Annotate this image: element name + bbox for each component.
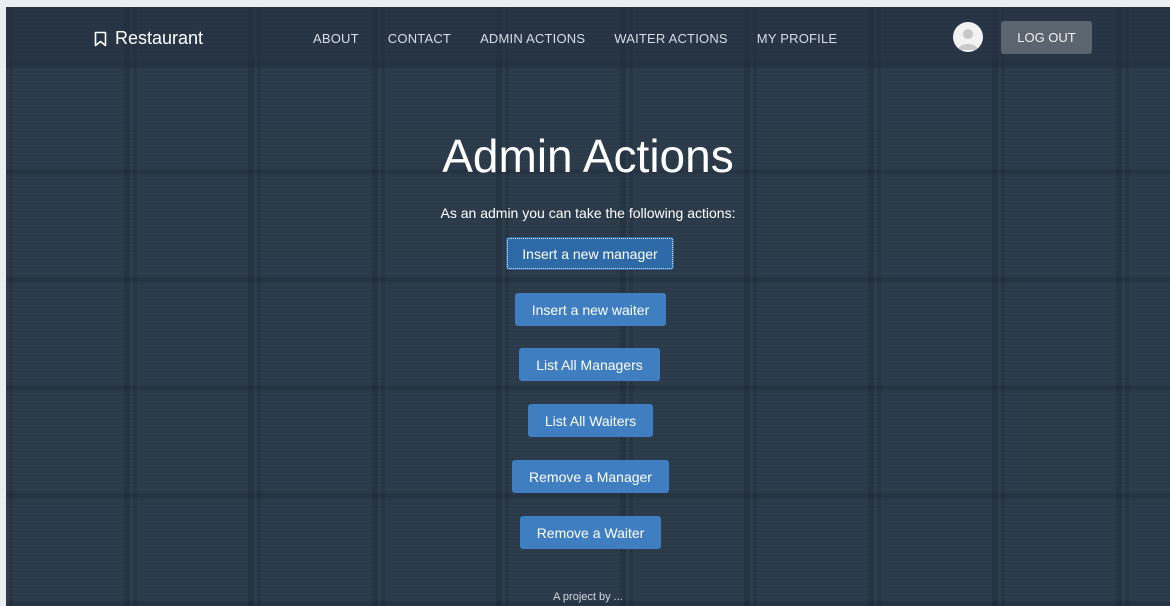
avatar-silhouette — [958, 29, 978, 50]
remove-waiter-button[interactable]: Remove a Waiter — [520, 516, 661, 549]
nav-about[interactable]: ABOUT — [313, 31, 359, 46]
page-subtitle: As an admin you can take the following a… — [440, 205, 736, 221]
nav-links: ABOUT CONTACT ADMIN ACTIONS WAITER ACTIO… — [313, 31, 866, 46]
list-managers-button[interactable]: List All Managers — [519, 348, 660, 381]
brand-label: Restaurant — [115, 28, 204, 48]
page-title: Admin Actions — [442, 130, 734, 182]
footer-text: A project by ... — [553, 591, 623, 603]
nav-my-profile[interactable]: MY PROFILE — [757, 31, 838, 46]
page-background: Restaurant ABOUT CONTACT ADMIN ACTIONS W… — [6, 7, 1170, 606]
insert-waiter-button[interactable]: Insert a new waiter — [515, 293, 666, 326]
nav-waiter-actions[interactable]: WAITER ACTIONS — [614, 31, 728, 46]
nav-admin-actions[interactable]: ADMIN ACTIONS — [480, 31, 585, 46]
nav-contact[interactable]: CONTACT — [388, 31, 451, 46]
logout-button[interactable]: LOG OUT — [1001, 21, 1092, 54]
remove-manager-button[interactable]: Remove a Manager — [512, 460, 669, 493]
brand[interactable]: Restaurant — [94, 28, 203, 49]
user-avatar-icon[interactable] — [953, 22, 983, 52]
bookmark-icon — [94, 31, 107, 46]
list-waiters-button[interactable]: List All Waiters — [528, 404, 653, 437]
insert-manager-button[interactable]: Insert a new manager — [506, 237, 674, 270]
navbar: Restaurant ABOUT CONTACT ADMIN ACTIONS W… — [6, 7, 1170, 68]
